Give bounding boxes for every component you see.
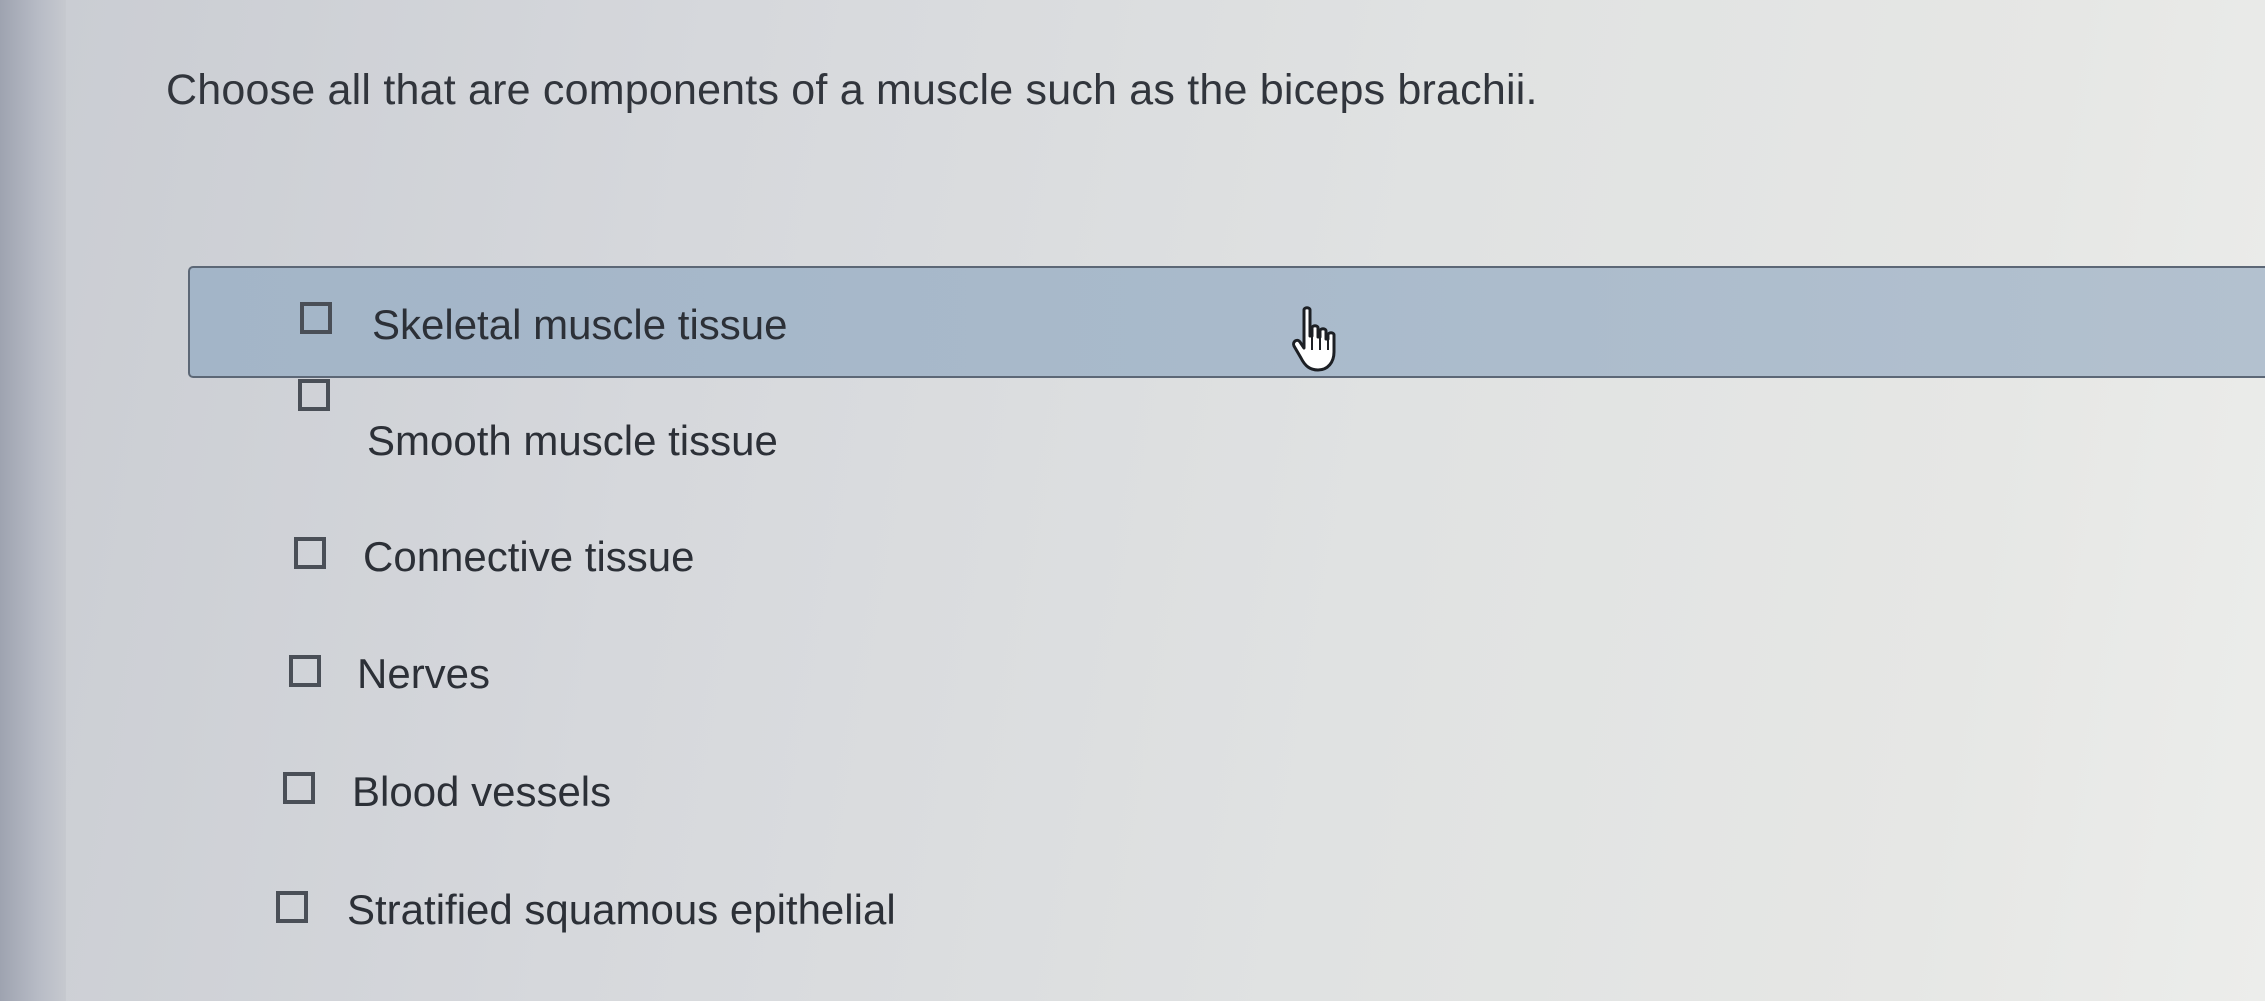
option-label: Connective tissue (363, 533, 695, 580)
checkbox-skeletal-muscle-tissue[interactable] (300, 302, 332, 334)
checkbox-nerves[interactable] (289, 655, 321, 687)
option-label: Skeletal muscle tissue (372, 301, 788, 348)
option-label: Smooth muscle tissue (367, 417, 778, 464)
checkbox-smooth-muscle-tissue[interactable] (298, 379, 330, 411)
answer-options: Skeletal muscle tissue Smooth muscle tis… (0, 0, 2265, 1001)
option-label: Stratified squamous epithelial (347, 886, 896, 933)
option-label: Nerves (357, 650, 491, 697)
option-label: Blood vessels (352, 768, 612, 815)
checkbox-connective-tissue[interactable] (294, 537, 326, 569)
hand-pointer-icon (1292, 306, 1336, 372)
checkbox-blood-vessels[interactable] (283, 772, 315, 804)
checkbox-stratified-squamous-epithelial[interactable] (276, 891, 308, 923)
